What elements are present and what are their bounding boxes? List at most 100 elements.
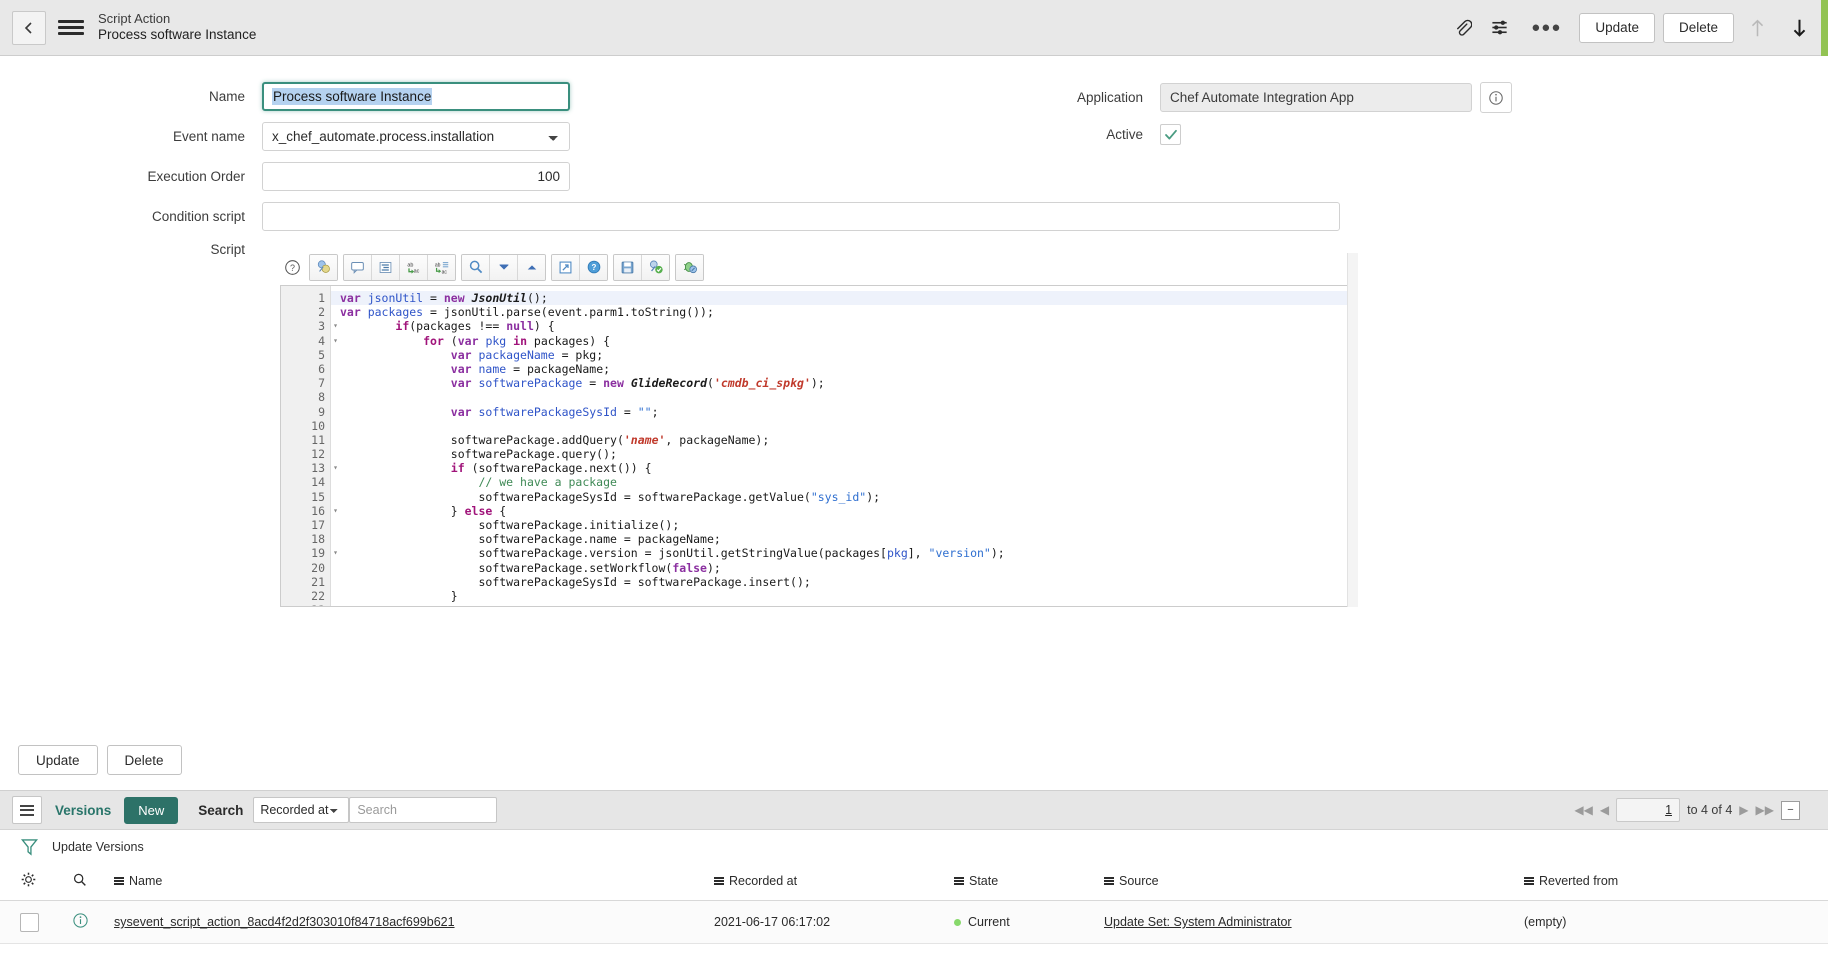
related-list-header: Versions New Search Recorded at ◀◀ ◀ to … bbox=[0, 790, 1828, 830]
next-record-button[interactable] bbox=[1780, 9, 1818, 47]
column-menu-icon[interactable] bbox=[954, 877, 964, 885]
code-line: var softwarePackage = new GlideRecord('c… bbox=[331, 376, 1357, 390]
format-code-button[interactable] bbox=[310, 255, 337, 280]
line-number: 16▾ bbox=[281, 504, 330, 518]
new-version-button[interactable]: New bbox=[124, 797, 178, 824]
row-state-cell: Current bbox=[954, 901, 1104, 944]
replace-all-button[interactable]: ab ac bbox=[428, 255, 455, 280]
previous-page-button[interactable]: ◀ bbox=[1600, 803, 1609, 817]
line-number: 4▾ bbox=[281, 334, 330, 348]
syntax-check-icon bbox=[648, 259, 664, 275]
code-editor[interactable]: 123▾4▾5678910111213▾141516▾171819▾202122… bbox=[280, 285, 1358, 607]
column-header-name[interactable]: Name bbox=[114, 864, 714, 901]
find-previous-button[interactable] bbox=[518, 255, 545, 280]
versions-table-head: Name Recorded at State bbox=[0, 864, 1828, 901]
main-menu-button[interactable] bbox=[58, 12, 84, 44]
column-header-state[interactable]: State bbox=[954, 864, 1104, 901]
row-checkbox[interactable] bbox=[20, 913, 39, 932]
save-button[interactable] bbox=[614, 255, 642, 280]
update-button[interactable]: Update bbox=[1579, 13, 1655, 43]
delete-button[interactable]: Delete bbox=[1663, 13, 1734, 43]
line-number: 15 bbox=[281, 490, 330, 504]
version-record-link[interactable]: sysevent_script_action_8acd4f2d2f303010f… bbox=[114, 915, 455, 929]
attachment-button[interactable] bbox=[1445, 11, 1479, 45]
column-header-source[interactable]: Source bbox=[1104, 864, 1524, 901]
search-input[interactable] bbox=[349, 797, 497, 823]
code-line: softwarePackageSysId = softwarePackage.i… bbox=[331, 575, 1357, 589]
name-input[interactable]: Process software Instance bbox=[262, 82, 570, 111]
info-circle-icon bbox=[1488, 90, 1504, 106]
search-field-select[interactable]: Recorded at bbox=[253, 797, 349, 823]
comment-button[interactable] bbox=[344, 255, 372, 280]
editor-toolbar-group-find bbox=[461, 254, 546, 281]
column-header-recorded-at[interactable]: Recorded at bbox=[714, 864, 954, 901]
code-line: } bbox=[331, 589, 1357, 603]
code-vertical-scrollbar[interactable] bbox=[1347, 285, 1358, 607]
field-row-execution-order: Execution Order 100 bbox=[0, 162, 1828, 191]
editor-help-circle-button[interactable]: ? bbox=[580, 255, 607, 280]
funnel-icon[interactable] bbox=[20, 837, 39, 858]
gear-icon[interactable] bbox=[20, 871, 37, 888]
more-options-button[interactable]: ●●● bbox=[1521, 20, 1571, 35]
search-icon[interactable] bbox=[72, 872, 88, 888]
find-next-button[interactable] bbox=[490, 255, 518, 280]
code-line: var jsonUtil = new JsonUtil(); bbox=[331, 291, 1357, 305]
page-number-input[interactable] bbox=[1616, 798, 1680, 822]
first-page-button[interactable]: ◀◀ bbox=[1574, 803, 1592, 817]
script-editor: ? bbox=[280, 253, 1358, 607]
back-button[interactable] bbox=[12, 11, 46, 45]
line-number-gutter: 123▾4▾5678910111213▾141516▾171819▾202122… bbox=[281, 286, 331, 606]
search-button[interactable] bbox=[462, 255, 490, 280]
chevron-left-icon bbox=[23, 21, 35, 35]
record-form: Name Process software Instance Event nam… bbox=[0, 56, 1828, 257]
line-number: 12 bbox=[281, 447, 330, 461]
next-page-button[interactable]: ▶ bbox=[1739, 803, 1748, 817]
find-next-icon bbox=[496, 259, 512, 275]
line-number: 9 bbox=[281, 405, 330, 419]
pagination-controls: ◀◀ ◀ to 4 of 4 ▶ ▶▶ − bbox=[1574, 798, 1816, 822]
debug-button[interactable] bbox=[676, 255, 703, 280]
page-range-label: to 4 of 4 bbox=[1687, 803, 1732, 817]
condition-script-input[interactable] bbox=[262, 202, 1340, 231]
column-header-reverted-from[interactable]: Reverted from bbox=[1524, 864, 1828, 901]
execution-order-input[interactable]: 100 bbox=[262, 162, 570, 191]
personalize-form-button[interactable] bbox=[1483, 11, 1517, 45]
previous-record-button[interactable] bbox=[1738, 9, 1776, 47]
column-menu-icon[interactable] bbox=[714, 877, 724, 885]
header-search bbox=[72, 864, 114, 901]
code-line: softwarePackage.initialize(); bbox=[331, 518, 1357, 532]
event-name-select[interactable]: x_chef_automate.process.installation bbox=[262, 122, 570, 151]
last-page-button[interactable]: ▶▶ bbox=[1756, 803, 1774, 817]
related-list-title[interactable]: Versions bbox=[55, 803, 111, 818]
code-line: // we have a package bbox=[331, 475, 1357, 489]
code-line: softwarePackage.addQuery('name', package… bbox=[331, 433, 1357, 447]
popout-button[interactable] bbox=[552, 255, 580, 280]
editor-help-button[interactable]: ? bbox=[280, 255, 304, 279]
script-label: Script bbox=[0, 242, 262, 257]
column-menu-icon[interactable] bbox=[114, 877, 124, 885]
indent-button[interactable] bbox=[372, 255, 400, 280]
column-menu-icon[interactable] bbox=[1524, 877, 1534, 885]
form-delete-button[interactable]: Delete bbox=[107, 745, 182, 775]
line-number: 19▾ bbox=[281, 546, 330, 560]
info-circle-icon[interactable] bbox=[72, 912, 89, 929]
collapse-list-button[interactable]: − bbox=[1781, 801, 1800, 820]
column-menu-icon[interactable] bbox=[1104, 877, 1114, 885]
code-content[interactable]: var jsonUtil = new JsonUtil(); var packag… bbox=[331, 286, 1357, 606]
name-input-value: Process software Instance bbox=[272, 88, 432, 105]
source-link[interactable]: Update Set: System Administrator bbox=[1104, 915, 1292, 929]
application-info-button[interactable] bbox=[1480, 82, 1512, 113]
find-previous-icon bbox=[524, 259, 540, 275]
column-header-label: State bbox=[969, 874, 998, 888]
table-row: sysevent_script_action_8acd4f2d2f303010f… bbox=[0, 901, 1828, 944]
header-titles: Script Action Process software Instance bbox=[98, 11, 256, 44]
syntax-check-button[interactable] bbox=[642, 255, 669, 280]
related-list-menu-button[interactable] bbox=[12, 796, 42, 824]
form-update-button[interactable]: Update bbox=[18, 745, 98, 775]
condition-script-label: Condition script bbox=[0, 209, 262, 224]
code-line: var packageName = pkg; bbox=[331, 348, 1357, 362]
line-number: 7 bbox=[281, 376, 330, 390]
replace-button[interactable]: ab ac bbox=[400, 255, 428, 280]
active-checkbox[interactable] bbox=[1160, 124, 1181, 145]
line-number: 1 bbox=[281, 291, 330, 305]
